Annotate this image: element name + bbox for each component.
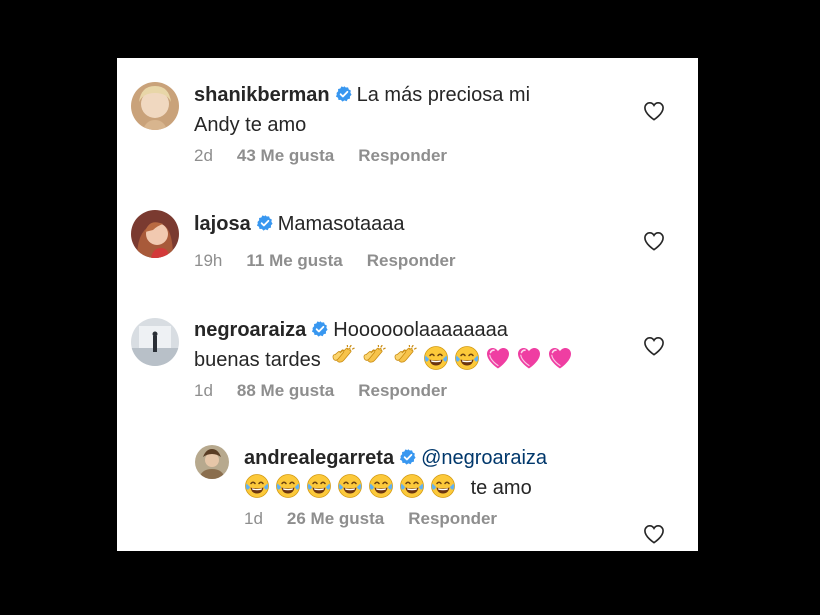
verified-badge-icon bbox=[335, 85, 353, 103]
likes-count[interactable]: 88 Me gusta bbox=[237, 381, 334, 400]
like-heart-icon[interactable] bbox=[643, 231, 665, 251]
comment-body: La más preciosa mi bbox=[356, 84, 531, 106]
tears-of-joy-icon bbox=[399, 473, 425, 499]
timestamp: 1d bbox=[244, 509, 263, 528]
avatar[interactable] bbox=[195, 445, 229, 479]
comment-body-cont: buenas tardes bbox=[194, 349, 321, 371]
pink-heart-icon bbox=[516, 345, 542, 371]
username[interactable]: negroaraiza bbox=[194, 319, 306, 341]
tears-of-joy-icon bbox=[430, 473, 456, 499]
timestamp: 2d bbox=[194, 146, 213, 165]
tears-of-joy-icon bbox=[244, 473, 270, 499]
verified-badge-icon bbox=[256, 214, 274, 232]
tears-of-joy-icon bbox=[306, 473, 332, 499]
comment-meta: 2d 43 Me gusta Responder bbox=[194, 146, 471, 166]
tears-of-joy-icon bbox=[368, 473, 394, 499]
comment-body-cont: Andy te amo bbox=[194, 114, 307, 136]
like-heart-icon[interactable] bbox=[643, 524, 665, 544]
pink-heart-icon bbox=[547, 345, 573, 371]
comment-text: shanikberman La más preciosa mi Andy te a… bbox=[194, 80, 614, 140]
comment-lajosa: lajosa Mamasotaaaa 19h 11 Me gusta Responde… bbox=[117, 183, 698, 293]
timestamp: 19h bbox=[194, 251, 223, 270]
reply-button[interactable]: Responder bbox=[358, 146, 447, 165]
likes-count[interactable]: 11 Me gusta bbox=[246, 251, 342, 270]
username[interactable]: lajosa bbox=[194, 213, 251, 235]
verified-badge-icon bbox=[311, 320, 329, 338]
likes-count[interactable]: 26 Me gusta bbox=[287, 509, 384, 528]
comment-shanikberman: shanikberman La más preciosa mi Andy te a… bbox=[117, 58, 698, 183]
clapping-hands-icon bbox=[392, 345, 418, 371]
comment-meta: 1d 26 Me gusta Responder bbox=[244, 509, 521, 529]
comment-body: Hoooooolaaaaaaaa bbox=[333, 319, 508, 341]
timestamp: 1d bbox=[194, 381, 213, 400]
comment-meta: 19h 11 Me gusta Responder bbox=[194, 251, 480, 271]
comment-text: lajosa Mamasotaaaa bbox=[194, 209, 614, 239]
comments-panel: shanikberman La más preciosa mi Andy te a… bbox=[117, 58, 698, 551]
comment-negroaraiza: negroaraiza Hoooooolaaaaaaaa buenas tarde… bbox=[117, 293, 698, 423]
avatar[interactable] bbox=[131, 82, 179, 130]
like-heart-icon[interactable] bbox=[643, 101, 665, 121]
comment-text: negroaraiza Hoooooolaaaaaaaa buenas tarde… bbox=[194, 315, 634, 375]
reply-text: andrealegarreta @negroaraiza te amo bbox=[244, 443, 664, 503]
comment-meta: 1d 88 Me gusta Responder bbox=[194, 381, 471, 401]
tears-of-joy-icon bbox=[454, 345, 480, 371]
comment-body: Mamasotaaaa bbox=[277, 213, 405, 235]
tears-of-joy-icon bbox=[275, 473, 301, 499]
mention-link[interactable]: @negroaraiza bbox=[421, 447, 547, 469]
like-heart-icon[interactable] bbox=[643, 336, 665, 356]
likes-count[interactable]: 43 Me gusta bbox=[237, 146, 334, 165]
avatar[interactable] bbox=[131, 318, 179, 366]
reply-andrealegarreta: andrealegarreta @negroaraiza te amo 1d 26 … bbox=[117, 423, 698, 551]
username[interactable]: andrealegarreta bbox=[244, 447, 394, 469]
reply-button[interactable]: Responder bbox=[358, 381, 447, 400]
comment-body: te amo bbox=[470, 477, 532, 499]
tears-of-joy-icon bbox=[337, 473, 363, 499]
reply-button[interactable]: Responder bbox=[367, 251, 456, 270]
pink-heart-icon bbox=[485, 345, 511, 371]
username[interactable]: shanikberman bbox=[194, 84, 330, 106]
reply-button[interactable]: Responder bbox=[408, 509, 497, 528]
verified-badge-icon bbox=[399, 448, 417, 466]
clapping-hands-icon bbox=[330, 345, 356, 371]
avatar[interactable] bbox=[131, 210, 179, 258]
clapping-hands-icon bbox=[361, 345, 387, 371]
tears-of-joy-icon bbox=[423, 345, 449, 371]
